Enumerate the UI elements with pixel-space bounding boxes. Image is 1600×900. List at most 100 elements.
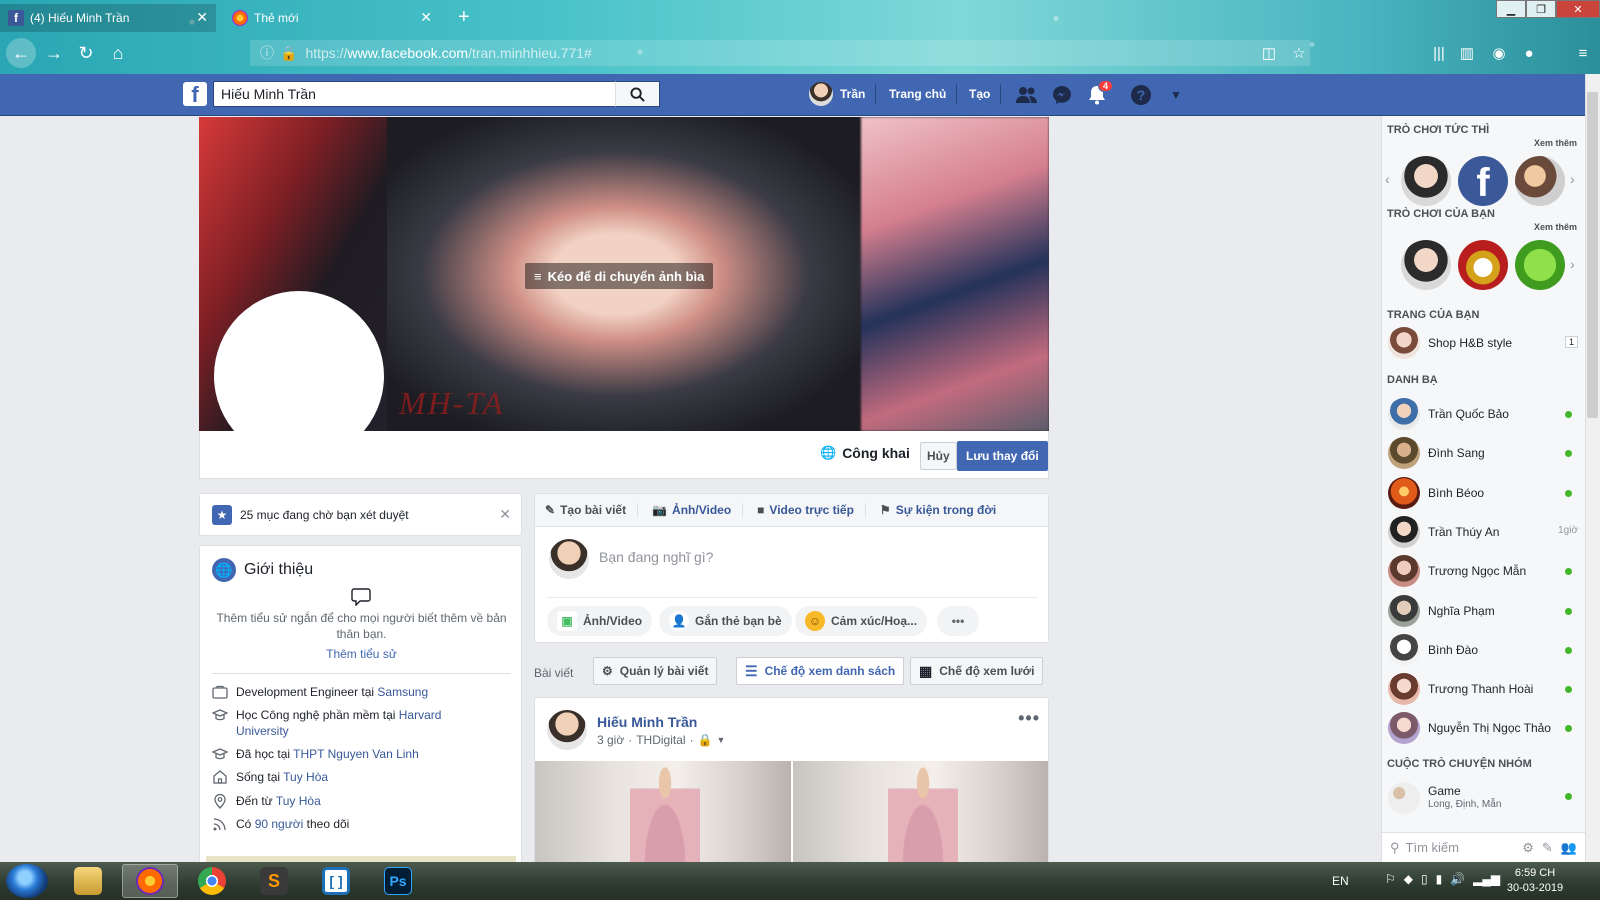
contact-item[interactable]: Trần Thúy An 1giờ xyxy=(1388,515,1578,548)
sidebar-icon[interactable]: ▥ xyxy=(1456,42,1478,64)
tab-create-post[interactable]: ✎ Tạo bài viết xyxy=(545,503,639,517)
chevron-right-icon[interactable]: › xyxy=(1570,171,1575,187)
facebook-logo-icon[interactable]: f xyxy=(183,82,207,106)
create-link[interactable]: Tạo xyxy=(969,87,990,101)
post-author[interactable]: Hiếu Minh Trần xyxy=(597,714,697,730)
library-icon[interactable]: ||| xyxy=(1428,42,1450,64)
scrollbar-thumb[interactable] xyxy=(1587,92,1598,418)
compose-icon[interactable]: ✎ xyxy=(1542,840,1553,856)
game-icon[interactable] xyxy=(1401,156,1451,206)
list-view-button[interactable]: ☰ Chế độ xem danh sách xyxy=(736,657,905,685)
home-link[interactable]: Trang chủ xyxy=(889,87,946,101)
profile-link[interactable]: Trần xyxy=(840,87,865,101)
forward-button[interactable]: → xyxy=(40,40,68,66)
new-tab-button[interactable]: + xyxy=(458,6,470,29)
phone-icon[interactable]: ▯ xyxy=(1421,872,1428,886)
hometown-link[interactable]: Tuy Hòa xyxy=(276,794,321,808)
page-item[interactable]: Shop H&B style 1 xyxy=(1388,327,1578,359)
feeling-activity-button[interactable]: ☺ Cảm xúc/Hoạ... xyxy=(795,606,928,636)
close-window-button[interactable]: ✕ xyxy=(1556,0,1600,18)
followers-link[interactable]: 90 người xyxy=(255,817,304,831)
start-button[interactable] xyxy=(6,864,48,898)
photo-video-button[interactable]: ▣ Ảnh/Video xyxy=(547,606,653,636)
taskbar-app-explorer[interactable] xyxy=(60,864,116,898)
create-group-icon[interactable]: 👥 xyxy=(1561,840,1577,856)
tab-photo-video[interactable]: 📷 Ảnh/Video xyxy=(652,503,744,517)
account-menu-chevron-down-icon[interactable]: ▼ xyxy=(1165,84,1187,106)
game-icon[interactable] xyxy=(1515,156,1565,206)
url-bar[interactable]: ⓘ 🔒 https://www.facebook.com/tran.minhhi… xyxy=(250,40,1310,66)
city-link[interactable]: Tuy Hòa xyxy=(283,770,328,784)
dropbox-icon[interactable]: ◆ xyxy=(1404,872,1413,886)
contact-item[interactable]: Bình Béoo xyxy=(1388,476,1578,509)
taskbar-app-sublime[interactable]: S xyxy=(246,864,302,898)
more-options-icon[interactable]: ••• xyxy=(937,606,979,636)
search-input[interactable]: Hiếu Minh Trần xyxy=(213,81,660,107)
extension-icon[interactable]: ◉ xyxy=(1488,42,1510,64)
language-indicator[interactable]: EN xyxy=(1332,874,1349,888)
info-icon[interactable]: ⓘ xyxy=(260,43,274,63)
card-game-icon[interactable] xyxy=(1458,240,1508,290)
post-via[interactable]: THDigital xyxy=(636,733,685,747)
game-icon[interactable] xyxy=(1401,240,1451,290)
post-options-icon[interactable]: ••• xyxy=(1018,708,1040,729)
save-changes-button[interactable]: Lưu thay đổi xyxy=(957,441,1048,471)
gear-icon[interactable]: ⚙ xyxy=(1522,840,1534,856)
taskbar-app-bracket[interactable]: [ ] xyxy=(308,864,364,898)
close-tab-icon[interactable]: ✕ xyxy=(420,9,432,26)
system-clock[interactable]: 6:59 CH 30-03-2019 xyxy=(1500,866,1570,896)
school-link[interactable]: THPT Nguyen Van Linh xyxy=(293,747,419,761)
group-chat-item[interactable]: Game Long, Định, Mẫn xyxy=(1388,780,1578,816)
manage-posts-button[interactable]: ⚙ Quản lý bài viết xyxy=(593,657,718,685)
post-time[interactable]: 3 giờ xyxy=(597,733,624,747)
cancel-button[interactable]: Hủy xyxy=(920,442,957,470)
tab-facebook[interactable]: f (4) Hiếu Minh Trần ✕ xyxy=(0,4,216,32)
taskbar-app-photoshop[interactable]: Ps xyxy=(370,864,426,898)
home-button[interactable]: ⌂ xyxy=(104,40,132,66)
pocket-icon[interactable]: ◫ xyxy=(1258,42,1280,64)
avatar[interactable] xyxy=(547,710,587,750)
minimize-button[interactable]: ▁ xyxy=(1496,0,1526,18)
status-input[interactable]: Bạn đang nghĩ gì? xyxy=(599,549,713,565)
volume-icon[interactable]: 🔊 xyxy=(1450,872,1465,886)
frog-game-icon[interactable] xyxy=(1515,240,1565,290)
contact-item[interactable]: Bình Đào xyxy=(1388,633,1578,666)
help-icon[interactable]: ? xyxy=(1130,84,1152,106)
messenger-icon[interactable] xyxy=(1051,84,1073,106)
network-warning-icon[interactable]: ⚐ xyxy=(1385,872,1396,886)
contact-item[interactable]: Nghĩa Phạm xyxy=(1388,594,1578,627)
see-more-link[interactable]: Xem thêm xyxy=(1534,222,1577,232)
reload-button[interactable]: ↻ xyxy=(72,40,100,66)
battery-icon[interactable]: ▮ xyxy=(1436,872,1443,886)
adblock-icon[interactable]: ● xyxy=(1518,42,1540,64)
friend-requests-icon[interactable] xyxy=(1016,84,1038,106)
lock-icon[interactable]: 🔒 xyxy=(698,733,713,747)
tab-life-event[interactable]: ⚑ Sự kiện trong đời xyxy=(880,503,996,517)
avatar[interactable] xyxy=(809,82,833,106)
menu-icon[interactable]: ≡ xyxy=(1572,42,1594,64)
post-image[interactable] xyxy=(793,761,1048,866)
tab-live-video[interactable]: ■ Video trực tiếp xyxy=(757,503,866,517)
workplace-link[interactable]: Samsung xyxy=(377,685,428,699)
pending-review-banner[interactable]: ★ 25 mục đang chờ bạn xét duyệt ✕ xyxy=(199,493,522,536)
contact-item[interactable]: Trương Ngọc Mẫn xyxy=(1388,555,1578,588)
chat-search-input[interactable]: Tìm kiếm xyxy=(1406,840,1459,855)
contact-item[interactable]: Trương Thanh Hoài xyxy=(1388,673,1578,706)
contact-item[interactable]: Trần Quốc Bảo xyxy=(1388,398,1578,430)
restore-button[interactable]: ❐ xyxy=(1526,0,1556,18)
signal-icon[interactable]: ▂▄▆ xyxy=(1473,872,1500,886)
tag-friends-button[interactable]: 👤 Gắn thẻ bạn bè xyxy=(659,606,792,636)
taskbar-app-chrome[interactable] xyxy=(184,864,240,898)
chevron-right-icon[interactable]: › xyxy=(1570,256,1575,272)
post-image[interactable] xyxy=(535,761,791,866)
taskbar-app-firefox[interactable] xyxy=(122,864,178,898)
contact-item[interactable]: Nguyễn Thị Ngọc Thảo xyxy=(1388,712,1578,745)
bookmark-star-icon[interactable]: ☆ xyxy=(1288,42,1310,64)
chevron-left-icon[interactable]: ‹ xyxy=(1385,171,1390,187)
search-button[interactable] xyxy=(615,81,660,107)
close-icon[interactable]: ✕ xyxy=(499,506,511,523)
facebook-game-icon[interactable]: f xyxy=(1458,156,1508,206)
grid-view-button[interactable]: ▦ Chế độ xem lưới xyxy=(910,657,1044,685)
privacy-selector[interactable]: 🌐 Công khai xyxy=(820,445,910,461)
avatar[interactable] xyxy=(549,539,589,579)
